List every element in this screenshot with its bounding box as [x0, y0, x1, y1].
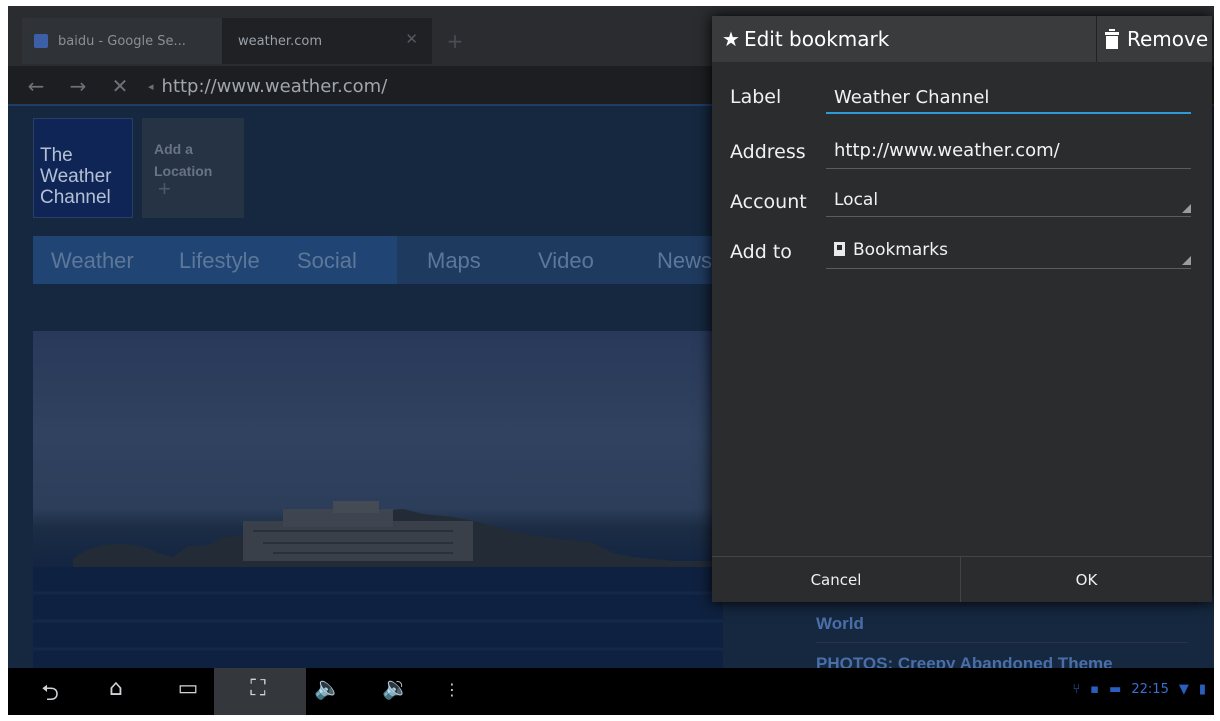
add-location-label: Add a [154, 141, 193, 157]
account-spinner-underline [826, 216, 1191, 217]
site-info-icon[interactable]: ◂ [148, 80, 154, 93]
nav-maps[interactable]: Maps [427, 248, 481, 274]
screenshot-icon[interactable]: ⛶ [238, 676, 278, 701]
news-item-photos[interactable]: PHOTOS: Creepy Abandoned Theme [816, 644, 1196, 668]
news-list: World PHOTOS: Creepy Abandoned Theme [816, 604, 1196, 668]
nav-lifestyle[interactable]: Lifestyle [179, 248, 260, 274]
message-icon: ▬ [1109, 682, 1122, 697]
nav-social[interactable]: Social [297, 248, 357, 274]
dialog-title-text: Edit bookmark [743, 27, 890, 51]
label-input-underline [826, 112, 1191, 114]
close-tab-icon[interactable]: ✕ [405, 30, 418, 48]
volume-up-icon[interactable]: 🔉 [376, 676, 416, 701]
nav-weather[interactable]: Weather [51, 248, 134, 274]
url-field[interactable]: http://www.weather.com/ [162, 76, 388, 97]
logo-line: Channel [40, 187, 111, 208]
account-field-label: Account [730, 191, 807, 213]
tab-weather[interactable]: weather.com ✕ [222, 18, 432, 64]
logo-line: Weather [40, 166, 112, 187]
address-field-label: Address [730, 141, 806, 163]
add-to-spinner[interactable]: Bookmarks [834, 240, 948, 260]
notification-icon: ▪ [1090, 682, 1100, 697]
baidu-favicon-icon [34, 34, 48, 48]
account-spinner[interactable]: Local [834, 190, 878, 210]
tab-label: baidu - Google Se... [58, 33, 186, 49]
add-to-value: Bookmarks [853, 240, 948, 260]
address-input-underline [826, 168, 1191, 169]
new-tab-button[interactable]: + [440, 18, 470, 64]
add-to-field-label: Add to [730, 241, 792, 263]
nav-back-icon[interactable]: ⮌ [30, 676, 70, 714]
tablet-screen: baidu - Google Se... weather.com ✕ + ← →… [8, 6, 1214, 715]
label-field-label: Label [730, 86, 782, 108]
dropdown-arrow-icon [1182, 256, 1191, 265]
news-item-world[interactable]: World [816, 604, 1196, 644]
usb-icon: ⑂ [1072, 682, 1081, 697]
nav-news[interactable]: News [657, 248, 712, 274]
dropdown-arrow-icon [1182, 204, 1191, 213]
tab-baidu[interactable]: baidu - Google Se... [22, 18, 222, 64]
menu-dots-icon[interactable]: ⋮ [432, 680, 472, 699]
bookmark-icon [834, 242, 845, 256]
status-area[interactable]: ⑂ ▪ ▬ 22:15 ▼ ▮ [1072, 682, 1206, 697]
ok-button[interactable]: OK [961, 557, 1212, 602]
star-icon: ★ [722, 27, 740, 51]
site-nav: Weather Lifestyle Social Maps Video News [33, 236, 723, 284]
recent-apps-icon[interactable]: ▭ [168, 676, 208, 701]
battery-icon: ▮ [1198, 682, 1206, 697]
logo-line: The [40, 145, 73, 166]
dialog-title-bar: ★ Edit bookmark Remove [712, 16, 1212, 62]
home-icon[interactable]: ⌂ [96, 676, 136, 701]
island-photo-image [33, 501, 723, 668]
add-to-spinner-underline [826, 268, 1191, 269]
wifi-icon: ▼ [1178, 682, 1189, 697]
weather-channel-logo[interactable]: The Weather Channel [33, 118, 133, 218]
volume-down-icon[interactable]: 🔈 [308, 676, 348, 701]
edit-bookmark-dialog: ★ Edit bookmark Remove Label Weather Cha… [712, 16, 1212, 602]
label-input[interactable]: Weather Channel [834, 87, 989, 108]
cancel-button[interactable]: Cancel [712, 557, 960, 602]
hero-photo[interactable] [33, 331, 723, 668]
plus-icon: + [158, 176, 171, 201]
dialog-title: ★ Edit bookmark [722, 27, 889, 51]
address-input[interactable]: http://www.weather.com/ [834, 140, 1060, 161]
back-arrow-icon[interactable]: ← [22, 74, 50, 98]
trash-icon [1105, 29, 1119, 49]
remove-label: Remove [1127, 27, 1209, 51]
nav-video[interactable]: Video [538, 248, 594, 274]
clock: 22:15 [1131, 682, 1169, 697]
forward-arrow-icon[interactable]: → [64, 74, 92, 98]
remove-button[interactable]: Remove [1096, 16, 1212, 62]
add-location-button[interactable]: Add a Location + [142, 118, 244, 218]
system-nav-bar: ⮌ ⌂ ▭ ⛶ 🔈 🔉 ⋮ ⑂ ▪ ▬ 22:15 ▼ ▮ [8, 668, 1214, 715]
stop-x-icon[interactable]: ✕ [106, 74, 134, 98]
tab-label: weather.com [238, 33, 322, 49]
